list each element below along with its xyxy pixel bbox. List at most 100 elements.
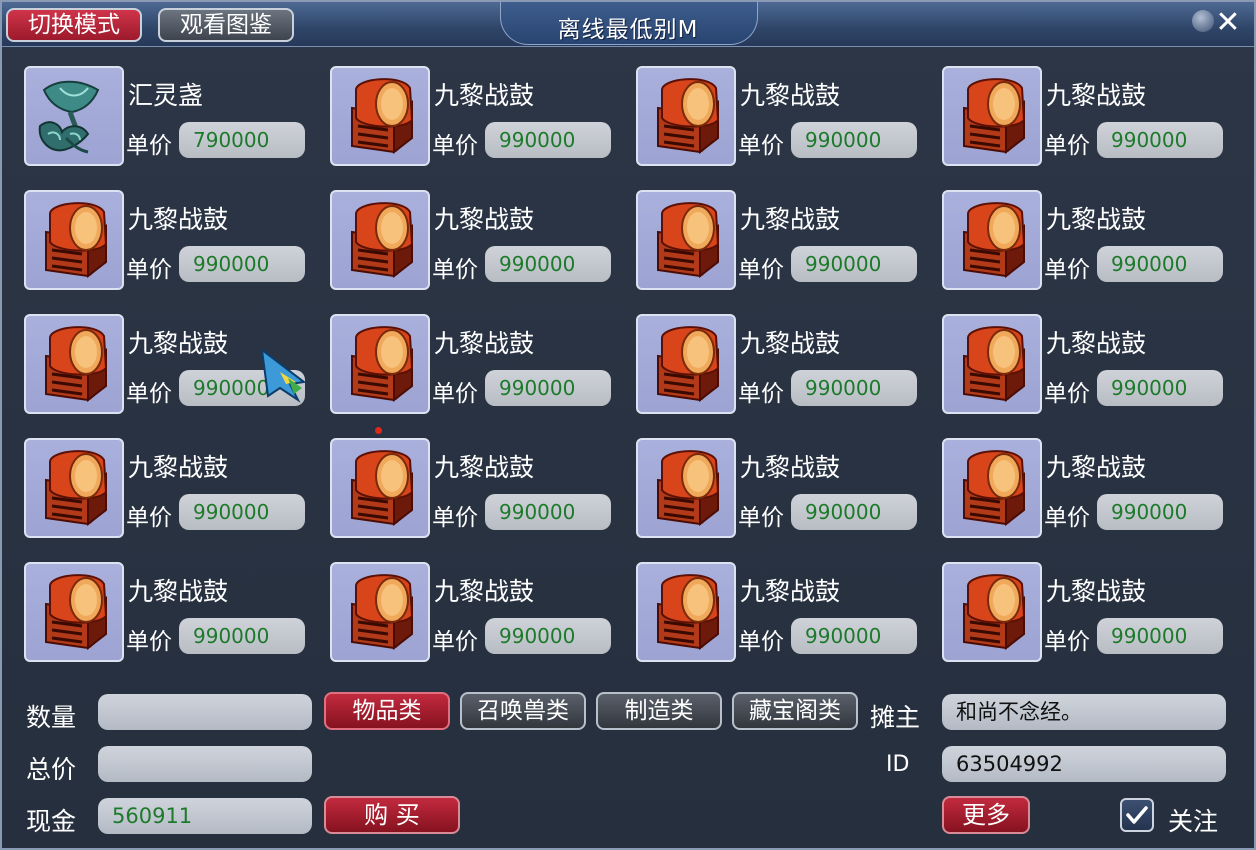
item-name: 九黎战鼓 xyxy=(740,205,841,234)
unit-price-value: 990000 xyxy=(485,370,611,406)
unit-price-label: 单价 xyxy=(432,629,478,655)
unit-price-value: 990000 xyxy=(1097,370,1223,406)
war-drum-icon[interactable] xyxy=(24,190,124,290)
unit-price-value: 990000 xyxy=(791,246,917,282)
unit-price-label: 单价 xyxy=(1044,257,1090,283)
unit-price-label: 单价 xyxy=(738,133,784,159)
item-slot[interactable]: 九黎战鼓 单价 990000 xyxy=(942,314,1238,420)
view-atlas-button[interactable]: 观看图鉴 xyxy=(158,8,294,42)
unit-price-label: 单价 xyxy=(1044,629,1090,655)
item-name: 九黎战鼓 xyxy=(740,81,841,110)
item-slot[interactable]: 九黎战鼓 单价 990000 xyxy=(636,190,932,296)
war-drum-icon[interactable] xyxy=(24,314,124,414)
item-name: 九黎战鼓 xyxy=(434,205,535,234)
unit-price-value: 990000 xyxy=(791,494,917,530)
war-drum-icon[interactable] xyxy=(942,66,1042,166)
item-slot[interactable]: 九黎战鼓 单价 990000 xyxy=(24,562,320,668)
item-slot[interactable]: 九黎战鼓单价 990000 xyxy=(330,438,626,544)
unit-price-label: 单价 xyxy=(126,505,172,531)
item-slot[interactable]: 九黎战鼓 单价 990000 xyxy=(942,562,1238,668)
item-name: 九黎战鼓 xyxy=(740,453,841,482)
unit-price-value: 990000 xyxy=(791,122,917,158)
item-slot[interactable]: 九黎战鼓 单价 990000 xyxy=(636,314,932,420)
seller-name-field: 和尚不念经。 xyxy=(942,694,1226,730)
war-drum-icon[interactable] xyxy=(942,562,1042,662)
item-name: 九黎战鼓 xyxy=(1046,453,1147,482)
unit-price-value: 990000 xyxy=(179,494,305,530)
unit-price-label: 单价 xyxy=(432,505,478,531)
war-drum-icon[interactable] xyxy=(636,314,736,414)
corner-orb-icon xyxy=(1192,10,1214,32)
item-name: 九黎战鼓 xyxy=(128,205,229,234)
item-name: 九黎战鼓 xyxy=(434,329,535,358)
war-drum-icon[interactable] xyxy=(636,66,736,166)
spirit-lotus-icon[interactable] xyxy=(24,66,124,166)
cash-label: 现金 xyxy=(26,807,77,836)
item-slot[interactable]: 九黎战鼓 单价 990000 xyxy=(942,438,1238,544)
item-name: 九黎战鼓 xyxy=(1046,205,1147,234)
cash-field: 560911 xyxy=(98,798,312,834)
quantity-label: 数量 xyxy=(26,703,77,732)
seller-label: 摊主 xyxy=(870,703,921,732)
stall-window: 离线最低别M 切换模式 观看图鉴 ✕ 汇灵盏 单价 790000 九黎战鼓 单价 990… xyxy=(0,0,1256,850)
unit-price-value: 990000 xyxy=(1097,246,1223,282)
total-label: 总价 xyxy=(26,755,77,784)
war-drum-icon[interactable] xyxy=(636,438,736,538)
unit-price-value: 990000 xyxy=(179,246,305,282)
war-drum-icon[interactable] xyxy=(942,438,1042,538)
item-name: 九黎战鼓 xyxy=(740,577,841,606)
window-title: 离线最低别M xyxy=(557,17,699,43)
item-slot[interactable]: 九黎战鼓 单价 990000 xyxy=(636,438,932,544)
title-bar[interactable]: 离线最低别M 切换模式 观看图鉴 ✕ xyxy=(2,2,1254,47)
war-drum-icon[interactable] xyxy=(636,562,736,662)
unit-price-value: 990000 xyxy=(485,122,611,158)
red-dot-marker xyxy=(375,427,382,434)
switch-mode-button[interactable]: 切换模式 xyxy=(6,8,142,42)
unit-price-label: 单价 xyxy=(126,381,172,407)
buy-button[interactable]: 购 买 xyxy=(324,796,460,834)
unit-price-value: 990000 xyxy=(179,618,305,654)
unit-price-label: 单价 xyxy=(126,257,172,283)
item-name: 汇灵盏 xyxy=(128,81,204,110)
item-slot[interactable]: 九黎战鼓单价 990000 xyxy=(24,190,320,296)
unit-price-label: 单价 xyxy=(1044,505,1090,531)
item-slot[interactable]: 九黎战鼓 单价 990000 xyxy=(636,562,932,668)
war-drum-icon[interactable] xyxy=(942,314,1042,414)
unit-price-label: 单价 xyxy=(738,381,784,407)
item-slot[interactable]: 九黎战鼓 单价 990000 xyxy=(330,66,626,172)
category-tab-items[interactable]: 物品类 xyxy=(324,692,450,730)
item-slot[interactable]: 九黎战鼓 单价 990000 xyxy=(330,562,626,668)
unit-price-value: 990000 xyxy=(1097,618,1223,654)
war-drum-icon[interactable] xyxy=(330,190,430,290)
follow-checkbox[interactable] xyxy=(1120,798,1154,832)
war-drum-icon[interactable] xyxy=(330,438,430,538)
item-slot[interactable]: 九黎战鼓单价 990000 xyxy=(942,190,1238,296)
war-drum-icon[interactable] xyxy=(636,190,736,290)
quantity-field[interactable] xyxy=(98,694,312,730)
more-button[interactable]: 更多 xyxy=(942,796,1030,834)
war-drum-icon[interactable] xyxy=(330,314,430,414)
item-slot[interactable]: 汇灵盏 单价 790000 xyxy=(24,66,320,172)
unit-price-value: 990000 xyxy=(791,370,917,406)
unit-price-value: 790000 xyxy=(179,122,305,158)
war-drum-icon[interactable] xyxy=(24,438,124,538)
cursor-icon xyxy=(260,347,316,408)
item-slot[interactable]: 九黎战鼓 单价 990000 xyxy=(330,314,626,420)
category-tab-summons[interactable]: 召唤兽类 xyxy=(460,692,586,730)
item-name: 九黎战鼓 xyxy=(434,453,535,482)
war-drum-icon[interactable] xyxy=(942,190,1042,290)
unit-price-value: 990000 xyxy=(485,494,611,530)
category-tab-treasure[interactable]: 藏宝阁类 xyxy=(732,692,858,730)
item-slot[interactable]: 九黎战鼓 单价 990000 xyxy=(24,438,320,544)
war-drum-icon[interactable] xyxy=(24,562,124,662)
item-slot[interactable]: 九黎战鼓 单价 990000 xyxy=(330,190,626,296)
item-slot[interactable]: 九黎战鼓单价 990000 xyxy=(636,66,932,172)
unit-price-label: 单价 xyxy=(126,629,172,655)
item-name: 九黎战鼓 xyxy=(1046,81,1147,110)
close-icon[interactable]: ✕ xyxy=(1212,8,1244,40)
category-tab-crafting[interactable]: 制造类 xyxy=(596,692,722,730)
unit-price-label: 单价 xyxy=(432,133,478,159)
item-slot[interactable]: 九黎战鼓 单价 990000 xyxy=(942,66,1238,172)
war-drum-icon[interactable] xyxy=(330,66,430,166)
war-drum-icon[interactable] xyxy=(330,562,430,662)
